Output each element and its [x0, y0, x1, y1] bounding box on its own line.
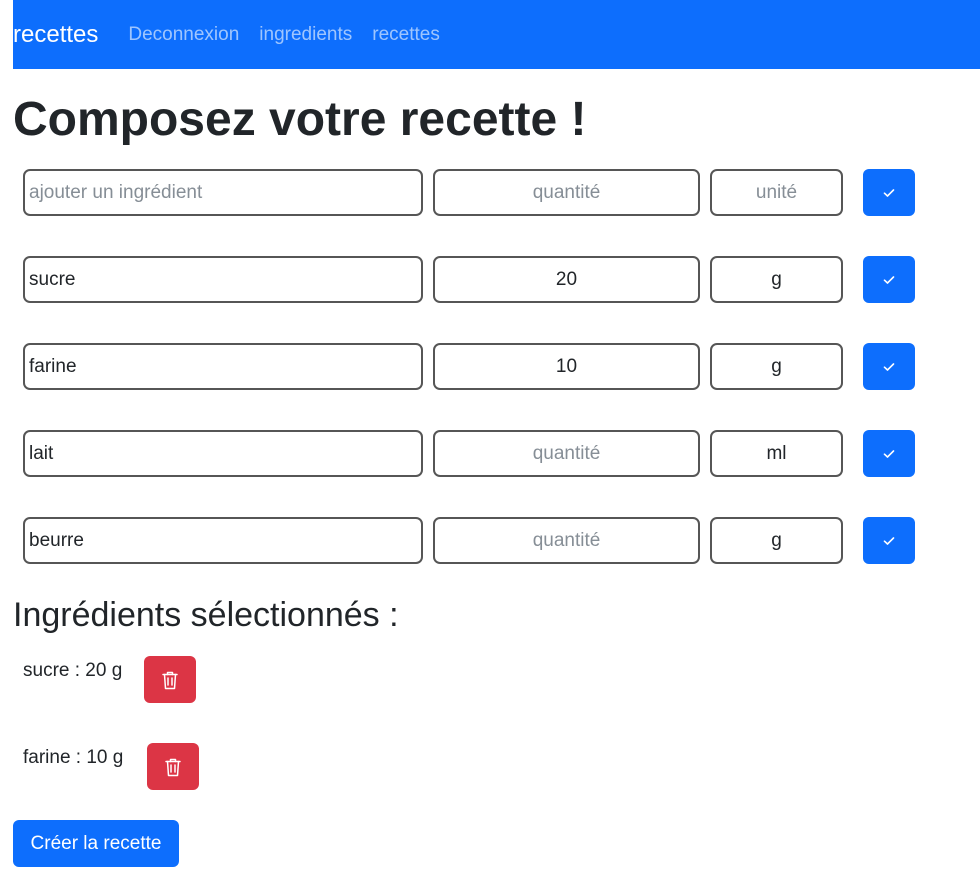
- selected-ingredient-label: sucre : 20 g: [23, 660, 123, 681]
- navbar-brand[interactable]: recettes: [13, 21, 98, 49]
- delete-ingredient-button[interactable]: [147, 743, 199, 790]
- selected-ingredient-label: farine : 10 g: [23, 747, 124, 768]
- confirm-ingredient-button[interactable]: [863, 343, 915, 390]
- delete-ingredient-button[interactable]: [144, 656, 196, 703]
- trash-icon: [165, 758, 181, 776]
- ingredient-name-input[interactable]: [23, 169, 423, 216]
- ingredient-unit-input[interactable]: [710, 517, 843, 564]
- ingredient-unit-input[interactable]: [710, 343, 843, 390]
- page-title: Composez votre recette !: [13, 93, 587, 146]
- ingredient-quantity-input[interactable]: [433, 517, 700, 564]
- ingredient-name-input[interactable]: [23, 256, 423, 303]
- ingredient-quantity-input[interactable]: [433, 343, 700, 390]
- ingredient-name-input[interactable]: [23, 517, 423, 564]
- confirm-ingredient-button[interactable]: [863, 256, 915, 303]
- check-icon: [883, 275, 895, 284]
- nav-link-deconnexion[interactable]: Deconnexion: [128, 24, 239, 46]
- check-icon: [883, 536, 895, 545]
- ingredient-quantity-input[interactable]: [433, 430, 700, 477]
- check-icon: [883, 449, 895, 458]
- trash-icon: [162, 671, 178, 689]
- create-recipe-button[interactable]: Créer la recette: [13, 820, 179, 867]
- selected-ingredients-title: Ingrédients sélectionnés :: [13, 596, 399, 634]
- ingredient-name-input[interactable]: [23, 430, 423, 477]
- check-icon: [883, 188, 895, 197]
- nav-link-recettes[interactable]: recettes: [372, 24, 440, 46]
- ingredient-name-input[interactable]: [23, 343, 423, 390]
- nav-link-ingredients[interactable]: ingredients: [259, 24, 352, 46]
- confirm-ingredient-button[interactable]: [863, 430, 915, 477]
- ingredient-unit-input[interactable]: [710, 256, 843, 303]
- confirm-ingredient-button[interactable]: [863, 169, 915, 216]
- navbar: recettes Deconnexion ingredients recette…: [13, 0, 980, 69]
- ingredient-unit-input[interactable]: [710, 169, 843, 216]
- ingredient-quantity-input[interactable]: [433, 169, 700, 216]
- check-icon: [883, 362, 895, 371]
- ingredient-unit-input[interactable]: [710, 430, 843, 477]
- ingredient-quantity-input[interactable]: [433, 256, 700, 303]
- confirm-ingredient-button[interactable]: [863, 517, 915, 564]
